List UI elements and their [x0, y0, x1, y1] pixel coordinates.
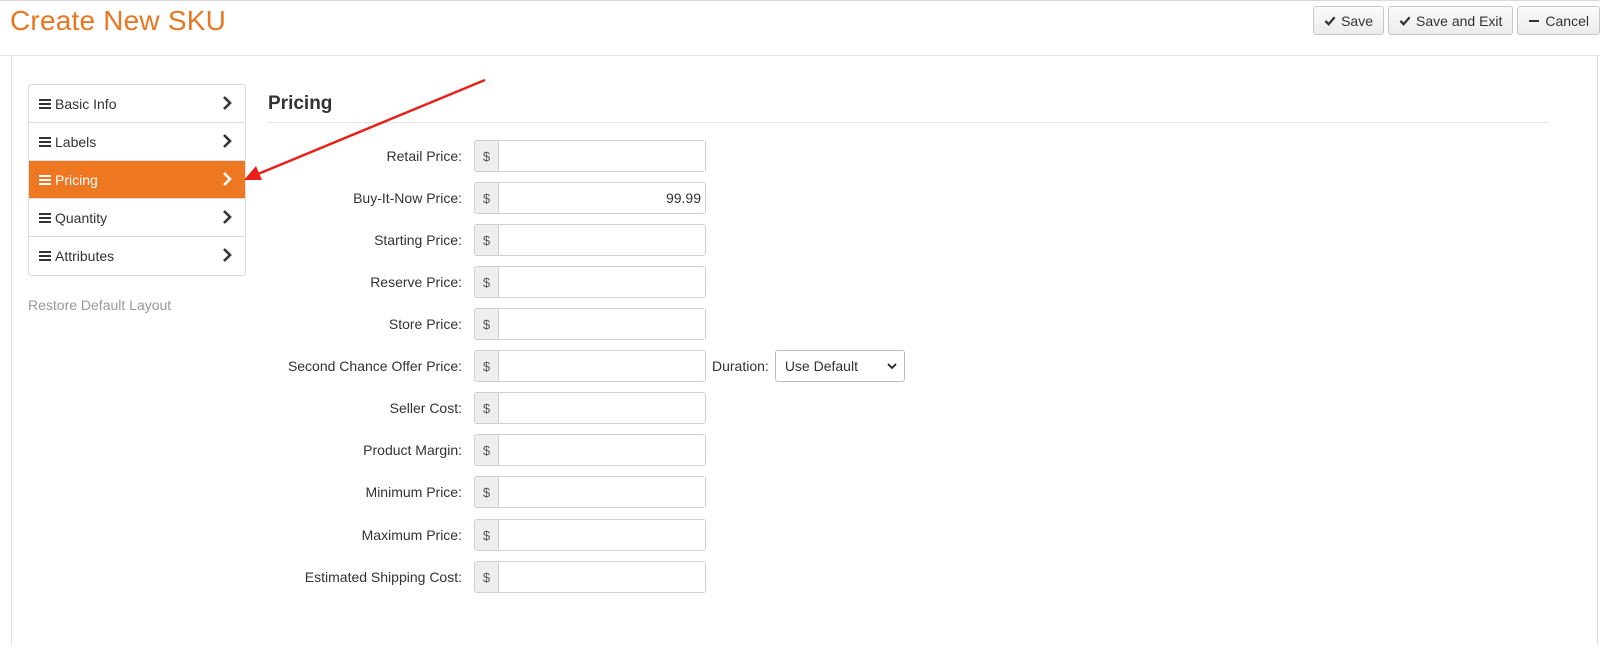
sidebar-item-pricing[interactable]: Pricing [29, 161, 245, 199]
sidebar-item-label: Quantity [55, 209, 108, 226]
chevron-right-icon [223, 172, 232, 186]
sidebar-item-labels[interactable]: Labels [29, 123, 245, 161]
maximum-price-input[interactable] [499, 520, 705, 550]
cancel-button[interactable]: Cancel [1517, 6, 1600, 35]
sidebar-item-quantity[interactable]: Quantity [29, 199, 245, 237]
menu-icon [39, 212, 51, 223]
store-price-input[interactable] [499, 309, 705, 339]
section-nav: Basic Info Labels Pricing Quantity Attri… [28, 84, 246, 276]
field-label: Estimated Shipping Cost: [304, 569, 462, 585]
sidebar-item-label: Labels [55, 133, 97, 150]
field-label: Product Margin: [363, 442, 462, 458]
sidebar-item-label: Pricing [55, 171, 98, 188]
check-icon [1399, 16, 1411, 26]
field-label: Minimum Price: [365, 484, 462, 500]
check-icon [1324, 16, 1336, 26]
menu-icon [39, 136, 51, 147]
field-label: Retail Price: [386, 148, 462, 164]
product-margin-input[interactable] [499, 435, 705, 465]
starting-price-row: Starting Price: $ [268, 224, 706, 256]
estimated-shipping-cost-group: $ [474, 561, 706, 593]
field-label: Reserve Price: [370, 274, 462, 290]
maximum-price-row: Maximum Price: $ [268, 519, 706, 551]
reserve-price-group: $ [474, 266, 706, 298]
seller-cost-row: Seller Cost: $ [268, 392, 706, 424]
restore-default-layout-link[interactable]: Restore Default Layout [28, 297, 171, 313]
chevron-right-icon [223, 210, 232, 224]
minimum-price-input[interactable] [499, 477, 705, 507]
field-label: Seller Cost: [389, 400, 462, 416]
section-divider [268, 122, 1548, 123]
save-button-label: Save [1341, 12, 1374, 29]
currency-addon: $ [475, 477, 499, 507]
currency-addon: $ [475, 309, 499, 339]
chevron-right-icon [223, 134, 232, 148]
buy-it-now-price-group: $ [474, 182, 706, 214]
product-margin-row: Product Margin: $ [268, 434, 706, 466]
second-chance-offer-price-group: $ [474, 350, 706, 382]
minimum-price-row: Minimum Price: $ [268, 476, 706, 508]
currency-addon: $ [475, 225, 499, 255]
field-label: Maximum Price: [361, 527, 462, 543]
duration-selected-value: Use Default [784, 358, 858, 374]
chevron-right-icon [223, 96, 232, 110]
second-chance-offer-price-row: Second Chance Offer Price: $ Duration: U… [268, 350, 905, 382]
estimated-shipping-cost-row: Estimated Shipping Cost: $ [268, 561, 706, 593]
store-price-row: Store Price: $ [268, 308, 706, 340]
section-title: Pricing [268, 93, 333, 114]
sidebar-item-attributes[interactable]: Attributes [29, 237, 245, 275]
chevron-right-icon [223, 248, 232, 262]
minus-icon [1528, 13, 1540, 29]
seller-cost-group: $ [474, 392, 706, 424]
sidebar-item-label: Attributes [55, 248, 115, 264]
panel-right-border [1597, 56, 1598, 645]
cancel-button-label: Cancel [1545, 12, 1589, 29]
product-margin-group: $ [474, 434, 706, 466]
reserve-price-row: Reserve Price: $ [268, 266, 706, 298]
reserve-price-input[interactable] [499, 267, 705, 297]
duration-label: Duration: [712, 358, 769, 374]
retail-price-input[interactable] [499, 141, 705, 171]
store-price-group: $ [474, 308, 706, 340]
header-divider [0, 55, 1600, 56]
estimated-shipping-cost-input[interactable] [499, 562, 705, 592]
currency-addon: $ [475, 267, 499, 297]
menu-icon [39, 98, 51, 109]
buy-it-now-price-input[interactable] [499, 183, 705, 213]
currency-addon: $ [475, 435, 499, 465]
field-label: Store Price: [388, 316, 462, 332]
save-and-exit-button[interactable]: Save and Exit [1388, 6, 1514, 35]
panel-left-border [11, 56, 12, 645]
field-label: Second Chance Offer Price: [287, 358, 462, 374]
menu-icon [39, 174, 51, 185]
currency-addon: $ [475, 351, 499, 381]
seller-cost-input[interactable] [499, 393, 705, 423]
page-title: Create New SKU [10, 5, 226, 36]
currency-addon: $ [475, 183, 499, 213]
chevron-down-icon [887, 363, 897, 370]
starting-price-group: $ [474, 224, 706, 256]
retail-price-group: $ [474, 140, 706, 172]
save-button[interactable]: Save [1313, 6, 1385, 35]
field-label: Starting Price: [374, 232, 462, 248]
toolbar: Save Save and Exit Cancel [1313, 6, 1600, 35]
buy-it-now-price-row: Buy-It-Now Price: $ [268, 182, 706, 214]
field-label: Buy-It-Now Price: [353, 190, 462, 206]
top-border [0, 0, 1600, 1]
sidebar-item-basic-info[interactable]: Basic Info [29, 85, 245, 123]
maximum-price-group: $ [474, 519, 706, 551]
starting-price-input[interactable] [499, 225, 705, 255]
second-chance-offer-price-input[interactable] [499, 351, 705, 381]
duration-select[interactable]: Use Default [774, 350, 905, 382]
currency-addon: $ [475, 562, 499, 592]
retail-price-row: Retail Price: $ [268, 140, 706, 172]
save-and-exit-button-label: Save and Exit [1416, 12, 1503, 29]
sidebar-item-label: Basic Info [55, 95, 117, 112]
currency-addon: $ [475, 520, 499, 550]
currency-addon: $ [475, 141, 499, 171]
currency-addon: $ [475, 393, 499, 423]
minimum-price-group: $ [474, 476, 706, 508]
menu-icon [39, 251, 51, 261]
